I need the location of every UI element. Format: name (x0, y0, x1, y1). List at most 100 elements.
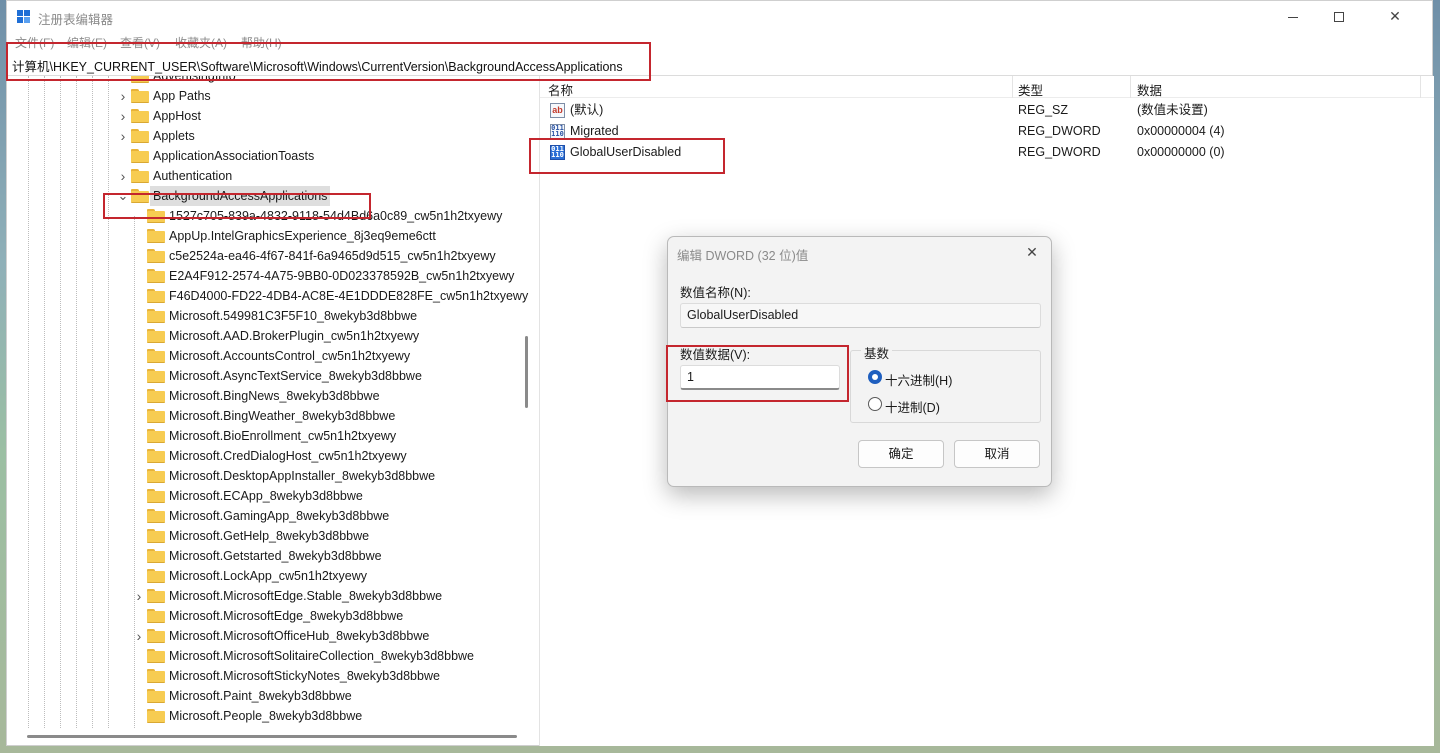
key-tree: AdvertisingInfo › App Paths › AppHost › Applet… (7, 76, 537, 728)
folder-icon (147, 609, 165, 623)
ok-button[interactable]: 确定 (858, 440, 944, 468)
binary-value-icon: 011 110 (550, 145, 565, 160)
chevron-right-icon[interactable]: › (117, 166, 129, 186)
column-separator[interactable] (1130, 76, 1131, 98)
radio-decimal-indicator[interactable] (868, 397, 882, 411)
tree-item-label: Microsoft.CredDialogHost_cw5n1h2txyewy (169, 449, 407, 463)
value-row[interactable]: 011 110 GlobalUserDisabled REG_DWORD 0x00… (540, 142, 1434, 163)
radio-hex-indicator[interactable] (868, 370, 882, 384)
tree-guide-line (108, 76, 109, 728)
value-name-label: 数值名称(N): (680, 286, 751, 300)
value-data-label: 数值数据(V): (680, 348, 751, 362)
tree-item-label: Microsoft.MicrosoftStickyNotes_8wekyb3d8… (169, 669, 440, 683)
tree-guide-line (76, 76, 77, 728)
folder-icon (147, 429, 165, 443)
chevron-down-icon[interactable]: ⌄ (117, 186, 129, 206)
folder-icon (147, 629, 165, 643)
regedit-app-icon (17, 10, 31, 24)
address-path[interactable]: 计算机\HKEY_CURRENT_USER\Software\Microsoft… (12, 56, 623, 75)
column-header-type[interactable]: 类型 (1018, 80, 1043, 99)
folder-icon (147, 329, 165, 343)
tree-scrollbar[interactable] (525, 76, 531, 728)
title-bar: 注册表编辑器 ✕ (7, 1, 1432, 32)
menu-favorites[interactable]: 收藏夹(A) (175, 34, 227, 51)
folder-icon (147, 709, 165, 723)
tree-item-label: Microsoft.LockApp_cw5n1h2txyewy (169, 569, 368, 583)
column-separator[interactable] (1012, 76, 1013, 98)
chevron-right-icon[interactable]: › (117, 86, 129, 106)
tree-guide-line (60, 76, 61, 728)
tree-scrollbar-thumb[interactable] (525, 336, 528, 408)
folder-icon (147, 349, 165, 363)
tree-item-label: AdvertisingInfo (153, 76, 236, 83)
column-separator[interactable] (1420, 76, 1421, 98)
radio-hex-label[interactable]: 十六进制(H) (885, 370, 952, 389)
edit-dword-dialog: 编辑 DWORD (32 位)值 ✕ 数值名称(N): GlobalUserDi… (666, 236, 1052, 487)
tree-item-label: BackgroundAccessApplications (150, 186, 331, 206)
tree-item-label: Microsoft.People_8wekyb3d8bbwe (169, 709, 363, 723)
chevron-right-icon[interactable]: › (117, 106, 129, 126)
value-type: REG_DWORD (1018, 145, 1101, 159)
chevron-right-icon[interactable]: › (133, 626, 145, 646)
menu-help[interactable]: 帮助(H) (241, 34, 282, 51)
folder-icon (147, 469, 165, 483)
column-header-data[interactable]: 数据 (1137, 80, 1162, 99)
column-header-name[interactable]: 名称 (548, 80, 573, 99)
base-group-label: 基数 (861, 343, 893, 362)
tree-item-label: Microsoft.549981C3F5F10_8wekyb3d8bbwe (169, 309, 418, 323)
tree-item-label: Microsoft.AccountsControl_cw5n1h2txyewy (169, 349, 411, 363)
value-row[interactable]: 011 110 Migrated REG_DWORD 0x00000004 (4) (540, 121, 1434, 142)
value-type: REG_SZ (1018, 103, 1069, 117)
menu-edit[interactable]: 编辑(E) (67, 34, 107, 51)
menu-file[interactable]: 文件(F) (15, 34, 54, 51)
tree-item-label: ApplicationAssociationToasts (153, 149, 315, 163)
tree-item-label: Microsoft.MicrosoftSolitaireCollection_8… (169, 649, 474, 663)
tree-item-label: Microsoft.BioEnrollment_cw5n1h2txyewy (169, 429, 397, 443)
tree-item-label: Microsoft.Getstarted_8wekyb3d8bbwe (169, 549, 382, 563)
binary-value-icon: 011 110 (550, 124, 565, 139)
folder-icon (131, 169, 149, 183)
tree-item-label: Microsoft.GamingApp_8wekyb3d8bbwe (169, 509, 390, 523)
radio-decimal-label[interactable]: 十进制(D) (885, 397, 940, 416)
folder-icon (131, 76, 149, 83)
chevron-right-icon[interactable]: › (117, 126, 129, 146)
close-icon: ✕ (1026, 244, 1038, 260)
dialog-close-button[interactable]: ✕ (1021, 241, 1043, 263)
address-bar[interactable]: 计算机\HKEY_CURRENT_USER\Software\Microsoft… (7, 51, 1432, 76)
cancel-button[interactable]: 取消 (954, 440, 1040, 468)
folder-icon (147, 369, 165, 383)
folder-icon (147, 529, 165, 543)
tree-guide-line (92, 76, 93, 728)
value-name-field[interactable]: GlobalUserDisabled (680, 303, 1041, 328)
close-button[interactable]: ✕ (1372, 1, 1418, 32)
maximize-button[interactable] (1316, 1, 1362, 32)
folder-icon (131, 129, 149, 143)
value-name: Migrated (570, 124, 619, 138)
tree-item-label: Microsoft.AAD.BrokerPlugin_cw5n1h2txyewy (169, 329, 420, 343)
folder-icon (147, 449, 165, 463)
chevron-right-icon[interactable]: › (133, 586, 145, 606)
value-data-field[interactable]: 1 (680, 365, 840, 390)
minimize-button[interactable] (1270, 1, 1316, 32)
folder-icon (147, 689, 165, 703)
folder-icon (131, 149, 149, 163)
value-row[interactable]: ab (默认) REG_SZ (数值未设置) (540, 100, 1434, 121)
tree-horizontal-scrollbar[interactable] (27, 735, 517, 738)
value-type: REG_DWORD (1018, 124, 1101, 138)
menu-view[interactable]: 查看(V) (120, 34, 160, 51)
